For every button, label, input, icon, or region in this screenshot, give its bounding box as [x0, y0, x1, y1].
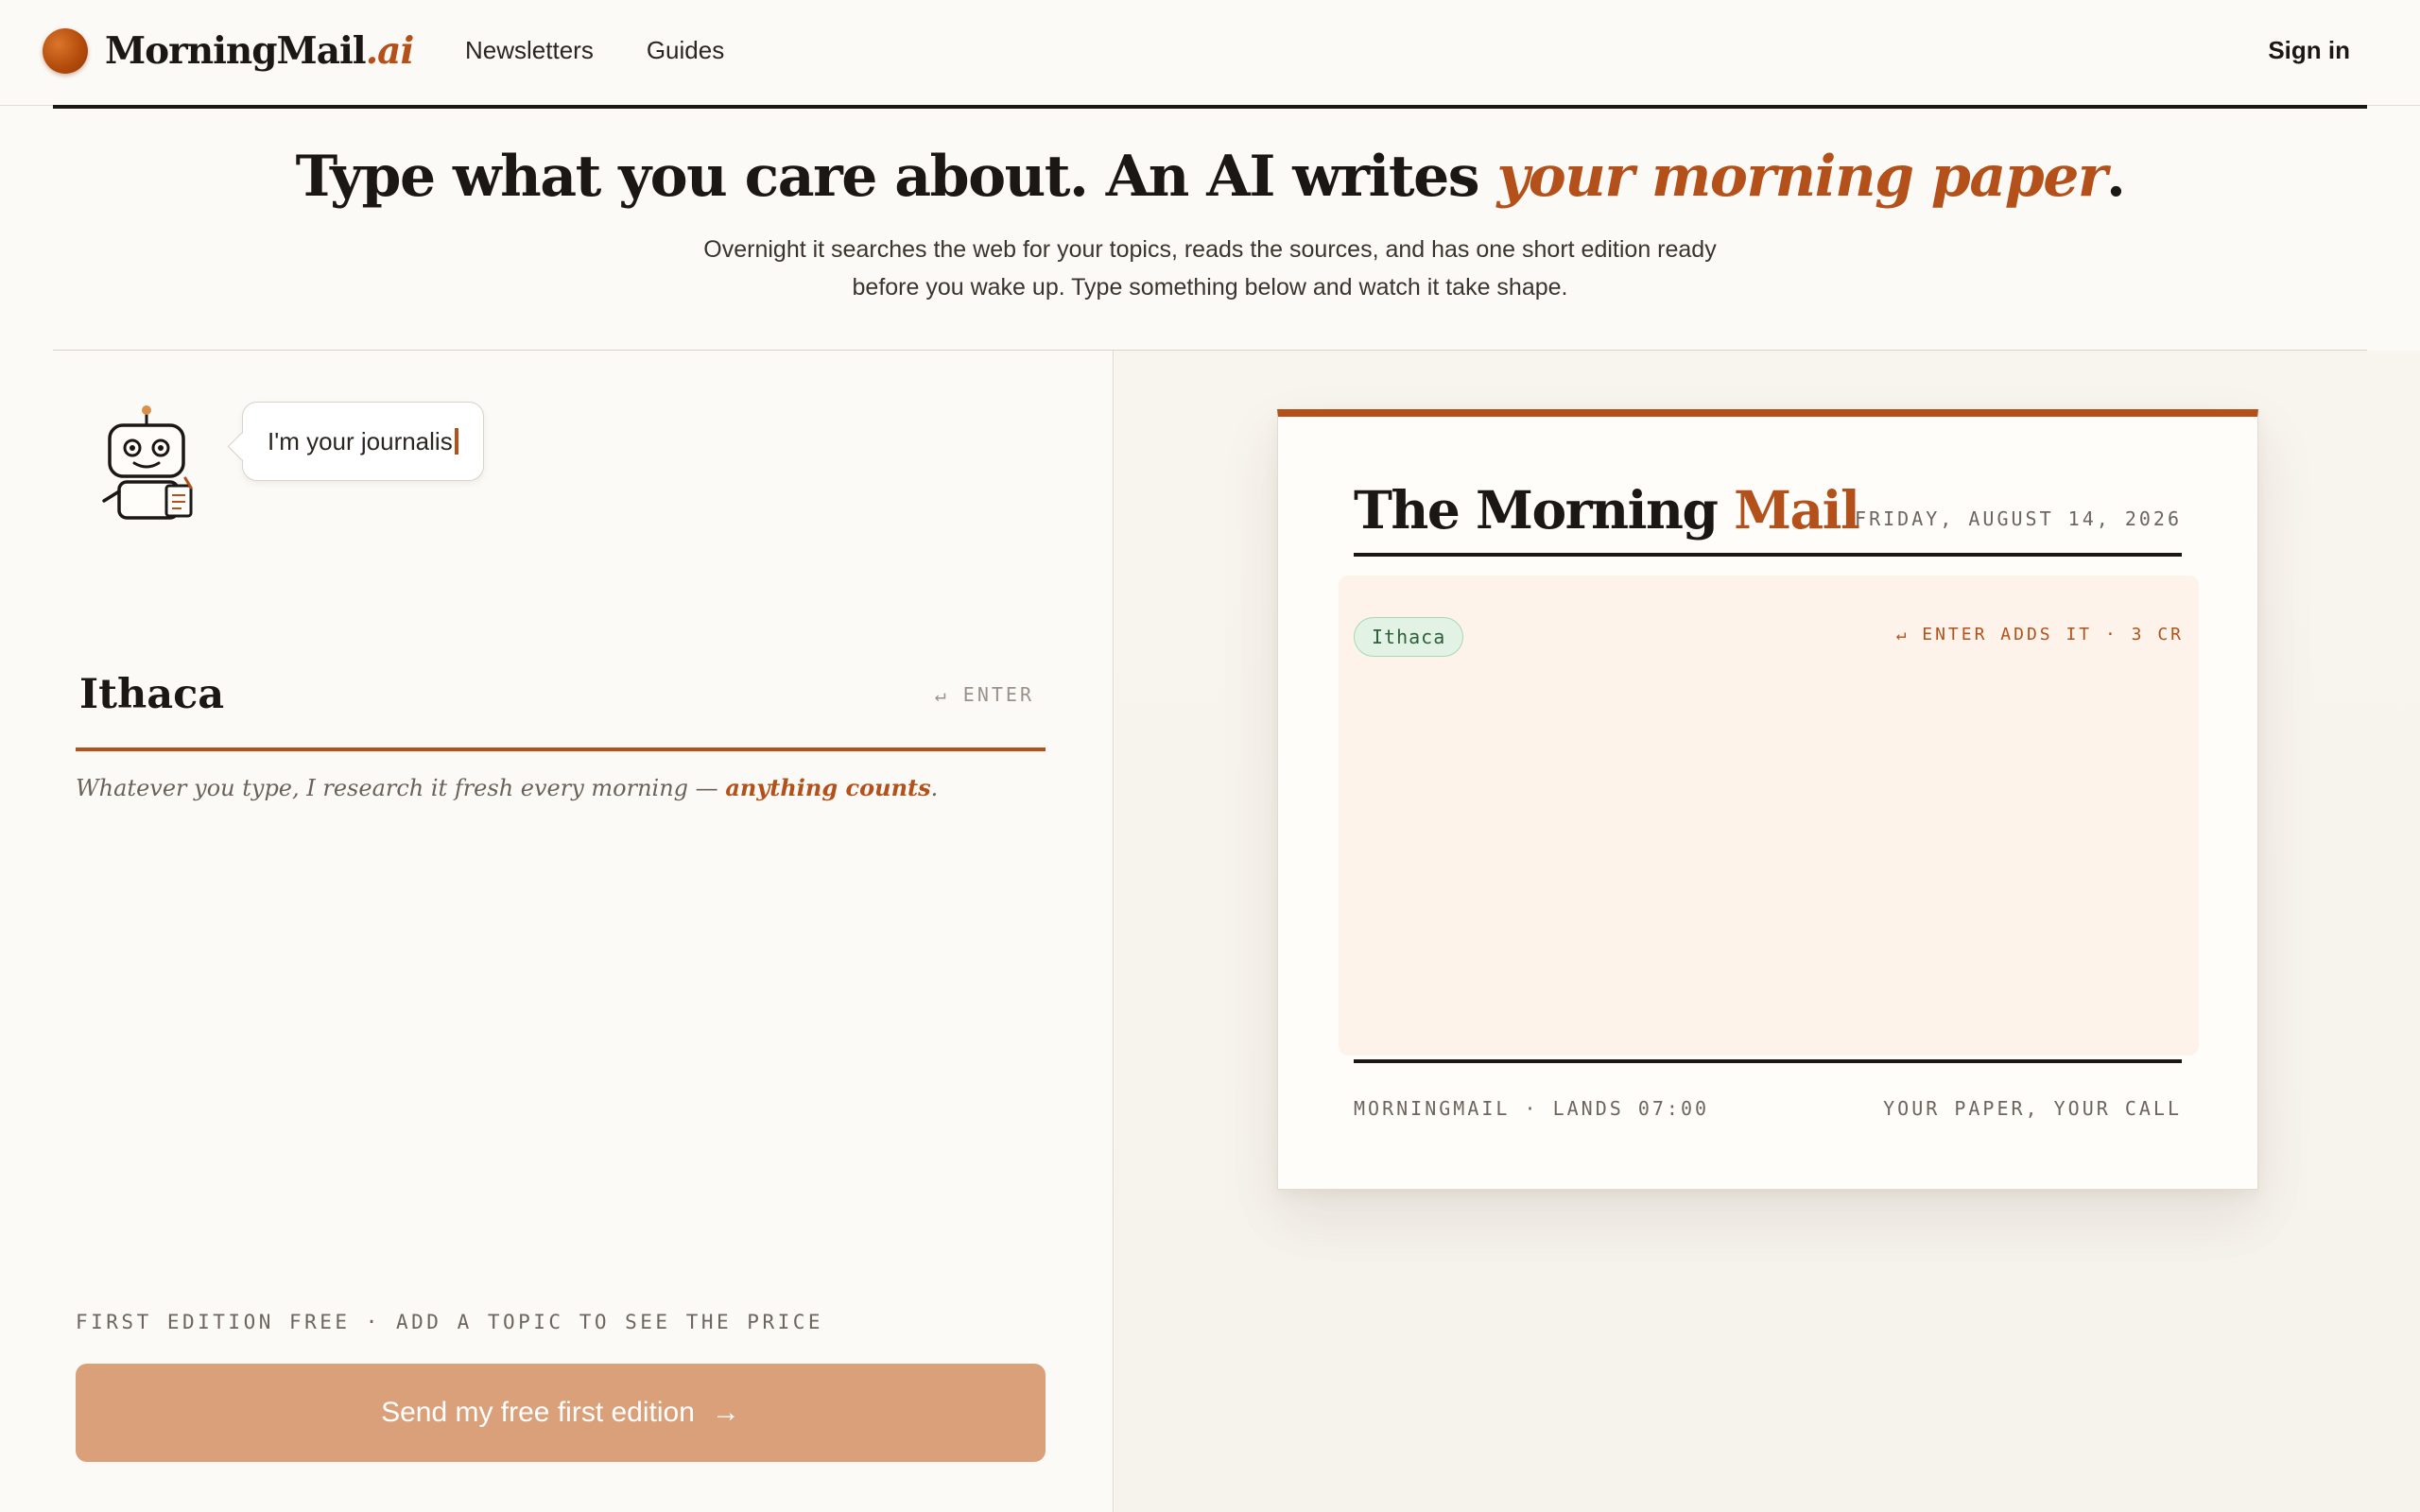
paper-footer-left: MORNINGMAIL · LANDS 07:00 [1354, 1097, 1710, 1120]
paper-title: The Morning Mail [1354, 479, 1860, 541]
paper-footer-right: YOUR PAPER, YOUR CALL [1883, 1097, 2182, 1120]
paper-date: FRIDAY, AUGUST 14, 2026 [1855, 507, 2182, 530]
send-free-edition-button[interactable]: Send my free first edition → [76, 1364, 1046, 1462]
paper-topics-area: Ithaca ↵ ENTER ADDS IT · 3 CR [1339, 576, 2199, 1056]
topic-composer: I'm your journalis ↵ ENTER Whatever you … [0, 351, 1114, 1512]
newspaper-preview: The Morning Mail FRIDAY, AUGUST 14, 2026… [1277, 409, 2258, 1190]
enter-adds-hint: ↵ ENTER ADDS IT · 3 CR [1895, 625, 2184, 644]
helper-text: Whatever you type, I research it fresh e… [76, 774, 938, 801]
topic-field-row: ↵ ENTER [76, 657, 1046, 751]
arrow-right-icon: → [711, 1397, 740, 1428]
header-divider [53, 105, 2367, 109]
logo-link[interactable]: MorningMail.ai [43, 28, 415, 74]
logo-suffix: .ai [365, 29, 415, 73]
logo-main: MorningMail [105, 29, 367, 73]
sign-in-link[interactable]: Sign in [2268, 36, 2350, 65]
helper-text-end: . [930, 775, 939, 801]
typing-caret [454, 427, 458, 455]
speech-bubble-text: I'm your journalis [268, 427, 458, 456]
paper-preview-panel: The Morning Mail FRIDAY, AUGUST 14, 2026… [1115, 351, 2420, 1512]
top-navigation: MorningMail.ai Newsletters Guides Sign i… [0, 0, 2420, 106]
anything-counts-link[interactable]: anything counts [725, 774, 930, 801]
nav-newsletters[interactable]: Newsletters [465, 36, 594, 65]
logo-orb-icon [43, 28, 88, 74]
hero-title-accent: your morning paper [1496, 144, 2107, 210]
hero-subtitle: Overnight it searches the web for your t… [643, 231, 1777, 306]
paper-masthead-rule [1354, 553, 2182, 557]
robot-journalist-icon [102, 405, 193, 520]
paper-footer-rule [1354, 1059, 2182, 1063]
enter-hint: ↵ ENTER [934, 683, 1034, 706]
hero-title-end: . [2106, 144, 2126, 210]
speech-bubble-typed: I'm your journalis [268, 426, 453, 455]
logo-text: MorningMail.ai [105, 29, 415, 73]
main-nav: Newsletters Guides [465, 36, 724, 65]
topic-input[interactable] [79, 657, 836, 732]
hero-title: Type what you care about. An AI writes y… [0, 144, 2420, 210]
paper-title-accent: Mail [1734, 479, 1860, 541]
topic-chip[interactable]: Ithaca [1354, 617, 1464, 657]
hero-subtitle-line1: Overnight it searches the web for your t… [703, 236, 1717, 263]
nav-guides[interactable]: Guides [647, 36, 724, 65]
robot-speech-bubble: I'm your journalis [242, 402, 484, 481]
hero-subtitle-line2: before you wake up. Type something below… [852, 274, 1568, 301]
helper-text-main: Whatever you type, I research it fresh e… [76, 775, 726, 801]
hero-title-main: Type what you care about. An AI writes [295, 144, 1497, 210]
paper-title-main: The Morning [1354, 479, 1735, 541]
price-note: FIRST EDITION FREE · ADD A TOPIC TO SEE … [76, 1311, 824, 1333]
cta-label: Send my free first edition [381, 1397, 695, 1428]
